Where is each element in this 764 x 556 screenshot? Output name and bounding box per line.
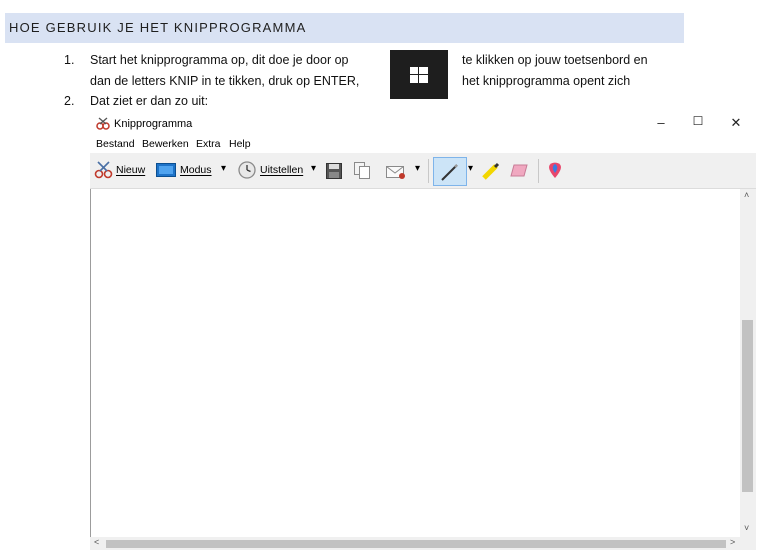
capture-canvas[interactable] [90,189,741,537]
toolbar: Nieuw Modus ▾ Uitstellen ▾ ▾ ▾ [90,153,756,189]
menu-bar: Bestand Bewerken Extra Help [90,137,756,153]
mode-dropdown-icon[interactable]: ▾ [221,163,226,174]
save-icon[interactable] [326,163,342,179]
minimize-button[interactable]: – [651,115,671,130]
copy-icon[interactable] [354,162,370,179]
delay-dropdown-icon[interactable]: ▾ [311,163,316,174]
step-1-line2-right: het knipprogramma opent zich [462,74,631,88]
step-2-text: Dat ziet er dan zo uit: [90,94,209,108]
window-title: Knipprogramma [114,118,193,130]
pen-dropdown-icon[interactable]: ▾ [468,163,473,174]
menu-extra[interactable]: Extra [196,138,221,150]
scroll-down-icon[interactable]: ˅ [744,523,749,533]
windows-key-image [390,50,448,99]
menu-bestand[interactable]: Bestand [96,138,135,150]
horizontal-scroll-thumb[interactable] [106,540,726,548]
send-dropdown-icon[interactable]: ▾ [415,163,420,174]
snipping-tool-window: Knipprogramma – ☐ ✕ Bestand Bewerken Ext… [90,110,756,550]
delay-button[interactable]: Uitstellen ▾ [238,161,328,181]
section-heading-text: HOE GEBRUIK JE HET KNIPPROGRAMMA [9,20,307,35]
new-snip-label: Nieuw [116,164,146,176]
step-1-number: 1. [64,53,75,67]
new-snip-button[interactable]: Nieuw [94,161,148,181]
delay-label: Uitstellen [260,164,304,176]
eraser-icon[interactable] [509,163,529,179]
snipping-tool-icon [96,117,110,130]
menu-bewerken[interactable]: Bewerken [142,138,189,150]
scroll-up-icon[interactable]: ˄ [744,190,749,200]
scissors-icon [94,161,113,179]
title-bar: Knipprogramma – ☐ ✕ [90,110,756,136]
mode-rectangle-icon [156,163,176,177]
scroll-right-icon[interactable]: > [730,537,735,547]
close-button[interactable]: ✕ [726,115,746,131]
toolbar-separator-2 [538,159,539,183]
paint-3d-icon[interactable] [547,161,563,179]
maximize-button[interactable]: ☐ [688,114,708,128]
mode-button[interactable]: Modus ▾ [156,161,240,181]
step-1-line2-left: dan de letters KNIP in te tikken, druk o… [90,74,360,88]
vertical-scrollbar[interactable]: ˄ ˅ [740,189,756,537]
highlighter-icon[interactable] [481,161,501,181]
horizontal-scrollbar[interactable]: < > [90,537,756,550]
vertical-scroll-thumb[interactable] [742,320,753,492]
pen-button[interactable] [433,157,467,186]
menu-help[interactable]: Help [229,138,251,150]
step-1-line1-right: te klikken op jouw toetsenbord en [462,53,648,67]
send-email-icon[interactable] [386,163,406,179]
pen-icon [441,164,458,181]
scroll-left-icon[interactable]: < [94,537,99,547]
step-2-number: 2. [64,94,75,108]
toolbar-separator [428,159,429,183]
windows-logo-icon [410,67,428,83]
clock-icon [238,161,256,179]
section-heading: HOE GEBRUIK JE HET KNIPPROGRAMMA [5,13,684,43]
mode-label: Modus [180,164,212,176]
step-1-line1-left: Start het knipprogramma op, dit doe je d… [90,53,349,67]
